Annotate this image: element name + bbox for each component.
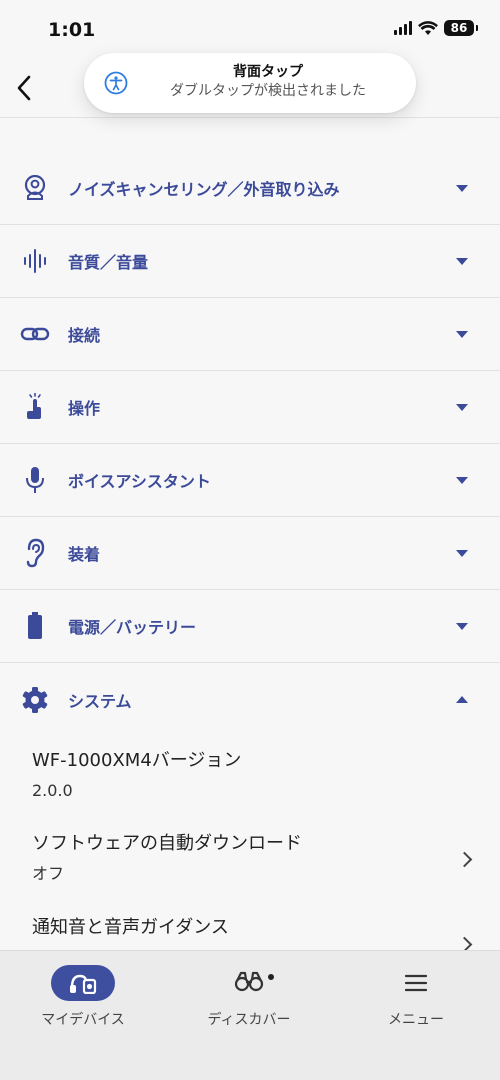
notification-dot: [268, 974, 274, 980]
sound-wave-icon: [20, 246, 50, 276]
tab-label: メニュー: [388, 1012, 444, 1028]
section-sound-quality[interactable]: 音質／音量: [0, 225, 500, 298]
caret-down-icon: [456, 330, 468, 338]
section-label: ボイスアシスタント: [68, 472, 211, 491]
section-operation[interactable]: 操作: [0, 371, 500, 444]
version-item: WF-1000XM4バージョン 2.0.0: [0, 735, 500, 811]
wifi-icon: [418, 20, 438, 35]
person-head-icon: [20, 173, 50, 203]
chevron-left-icon: [17, 75, 31, 101]
tab-label: マイデバイス: [41, 1012, 125, 1028]
status-time: 1:01: [48, 19, 96, 41]
toast-title: 背面タップ: [233, 64, 303, 80]
tab-my-device[interactable]: マイデバイス: [0, 951, 166, 1051]
battery-icon: [20, 611, 50, 641]
caret-down-icon: [456, 622, 468, 630]
auto-download-title: ソフトウェアの自動ダウンロード: [32, 833, 302, 854]
version-value: 2.0.0: [32, 781, 73, 800]
link-icon: [20, 319, 50, 349]
caret-down-icon: [456, 403, 468, 411]
system-items: WF-1000XM4バージョン 2.0.0 ソフトウェアの自動ダウンロード オフ…: [0, 735, 500, 957]
section-label: システム: [68, 691, 132, 711]
notification-sound-item[interactable]: 通知音と音声ガイダンス: [0, 897, 500, 957]
caret-up-icon: [456, 696, 468, 703]
binoculars-icon: [234, 970, 274, 996]
section-label: 装着: [68, 545, 101, 564]
status-icons: 86: [394, 20, 478, 36]
tab-label: ディスカバー: [207, 1012, 291, 1028]
section-connection[interactable]: 接続: [0, 298, 500, 371]
headphones-icon: [51, 965, 115, 1001]
toast-text: 背面タップ ダブルタップが検出されました: [140, 63, 396, 101]
bottom-tab-bar: マイデバイス ディスカバー メニュー: [0, 950, 500, 1080]
auto-download-item[interactable]: ソフトウェアの自動ダウンロード オフ: [0, 811, 500, 897]
section-label: 音質／音量: [68, 253, 149, 272]
battery-indicator: 86: [444, 20, 478, 36]
signal-icon: [394, 21, 412, 35]
tab-discover[interactable]: ディスカバー: [166, 951, 332, 1051]
status-bar: 1:01 86: [0, 0, 500, 60]
toast-subtitle: ダブルタップが検出されました: [170, 83, 366, 99]
section-label: 操作: [68, 399, 101, 418]
microphone-icon: [20, 465, 50, 495]
caret-down-icon: [456, 476, 468, 484]
settings-sections: ノイズキャンセリング／外音取り込み 音質／音量 接続 操作 ボイスアシスタント …: [0, 152, 500, 736]
section-power-battery[interactable]: 電源／バッテリー: [0, 590, 500, 663]
caret-down-icon: [456, 184, 468, 192]
version-title: WF-1000XM4バージョン: [32, 750, 242, 771]
section-label: 接続: [68, 326, 101, 345]
section-voice-assistant[interactable]: ボイスアシスタント: [0, 444, 500, 517]
tab-menu[interactable]: メニュー: [332, 951, 500, 1051]
auto-download-value: オフ: [32, 864, 65, 883]
back-button[interactable]: [6, 70, 42, 106]
menu-icon: [404, 974, 428, 992]
section-label: ノイズキャンセリング／外音取り込み: [68, 180, 340, 199]
section-wearing[interactable]: 装着: [0, 517, 500, 590]
section-system[interactable]: システム: [0, 663, 500, 736]
notification-sound-title: 通知音と音声ガイダンス: [32, 917, 229, 938]
section-label: 電源／バッテリー: [68, 618, 197, 637]
ear-icon: [20, 538, 50, 568]
accessibility-toast: 背面タップ ダブルタップが検出されました: [84, 53, 416, 113]
section-noise-cancelling[interactable]: ノイズキャンセリング／外音取り込み: [0, 152, 500, 225]
accessibility-icon: [104, 71, 128, 95]
gear-icon: [20, 685, 50, 715]
tap-finger-icon: [20, 392, 50, 422]
caret-down-icon: [456, 549, 468, 557]
caret-down-icon: [456, 257, 468, 265]
